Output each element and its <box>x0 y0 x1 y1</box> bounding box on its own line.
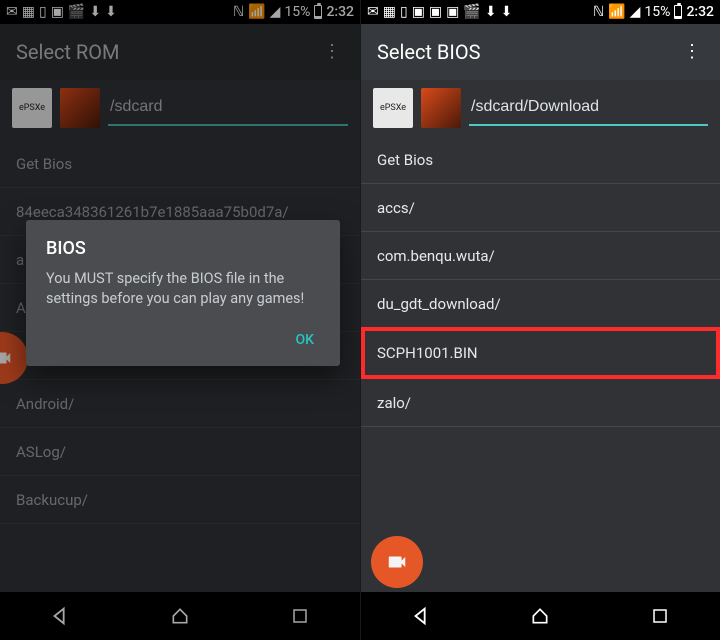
list-item[interactable]: zalo/ <box>361 379 720 427</box>
image-icon: ▣ <box>412 5 425 19</box>
nav-recents-icon[interactable] <box>630 602 690 630</box>
battery-icon: ▯ <box>400 5 408 19</box>
app-bar: Select BIOS ⋮ <box>361 24 720 80</box>
nav-bar <box>361 592 720 640</box>
status-bar: ✉ ▦ ▯ ▣ ▣ ▣ 🎬 ⬇ ⬇ ℕ 📶 ◢ 15% 2:32 <box>361 0 720 24</box>
nav-back-icon[interactable] <box>391 602 451 630</box>
nfc-icon: ℕ <box>593 5 604 19</box>
sms-icon: ✉ <box>367 5 379 19</box>
signal-icon: ◢ <box>630 5 641 19</box>
contact-icon: ▣ <box>446 5 459 19</box>
record-fab-icon[interactable] <box>371 536 423 588</box>
thumb-epsxe-icon[interactable]: ePSXe <box>373 88 413 128</box>
bios-dialog: BIOS You MUST specify the BIOS file in t… <box>26 220 340 366</box>
clock: 2:32 <box>686 5 714 19</box>
dialog-ok-button[interactable]: OK <box>46 324 320 356</box>
right-screen: ✉ ▦ ▯ ▣ ▣ ▣ 🎬 ⬇ ⬇ ℕ 📶 ◢ 15% 2:32 Select … <box>360 0 720 640</box>
battery-percent: 15% <box>644 5 670 19</box>
image-icon: ▣ <box>429 5 442 19</box>
battery-glyph-icon <box>674 5 682 19</box>
file-list: Get Bios accs/ com.benqu.wuta/ du_gdt_do… <box>361 136 720 592</box>
wifi-icon: 📶 <box>608 5 625 19</box>
path-input[interactable] <box>469 90 708 126</box>
app-title: Select BIOS <box>377 40 480 64</box>
download-icon: ⬇ <box>485 5 497 19</box>
list-item[interactable]: accs/ <box>361 184 720 232</box>
path-bar: ePSXe <box>361 80 720 136</box>
list-item[interactable]: com.benqu.wuta/ <box>361 232 720 280</box>
list-item[interactable]: du_gdt_download/ <box>361 280 720 328</box>
camera-icon: 🎬 <box>463 5 480 19</box>
thumb-game-icon[interactable] <box>421 88 461 128</box>
dialog-title: BIOS <box>46 238 320 259</box>
grid-icon: ▦ <box>383 5 396 19</box>
overflow-menu-icon[interactable]: ⋮ <box>680 43 704 61</box>
list-item[interactable]: Get Bios <box>361 136 720 184</box>
list-item-highlighted[interactable]: SCPH1001.BIN <box>361 327 720 379</box>
download-icon: ⬇ <box>501 5 513 19</box>
left-screen: ✉ ▦ ▯ ▣ 🎬 ⬇ ⬇ ℕ 📶 ◢ 15% 2:32 Select ROM … <box>0 0 360 640</box>
dialog-body: You MUST specify the BIOS file in the se… <box>46 269 320 310</box>
nav-home-icon[interactable] <box>510 602 570 630</box>
